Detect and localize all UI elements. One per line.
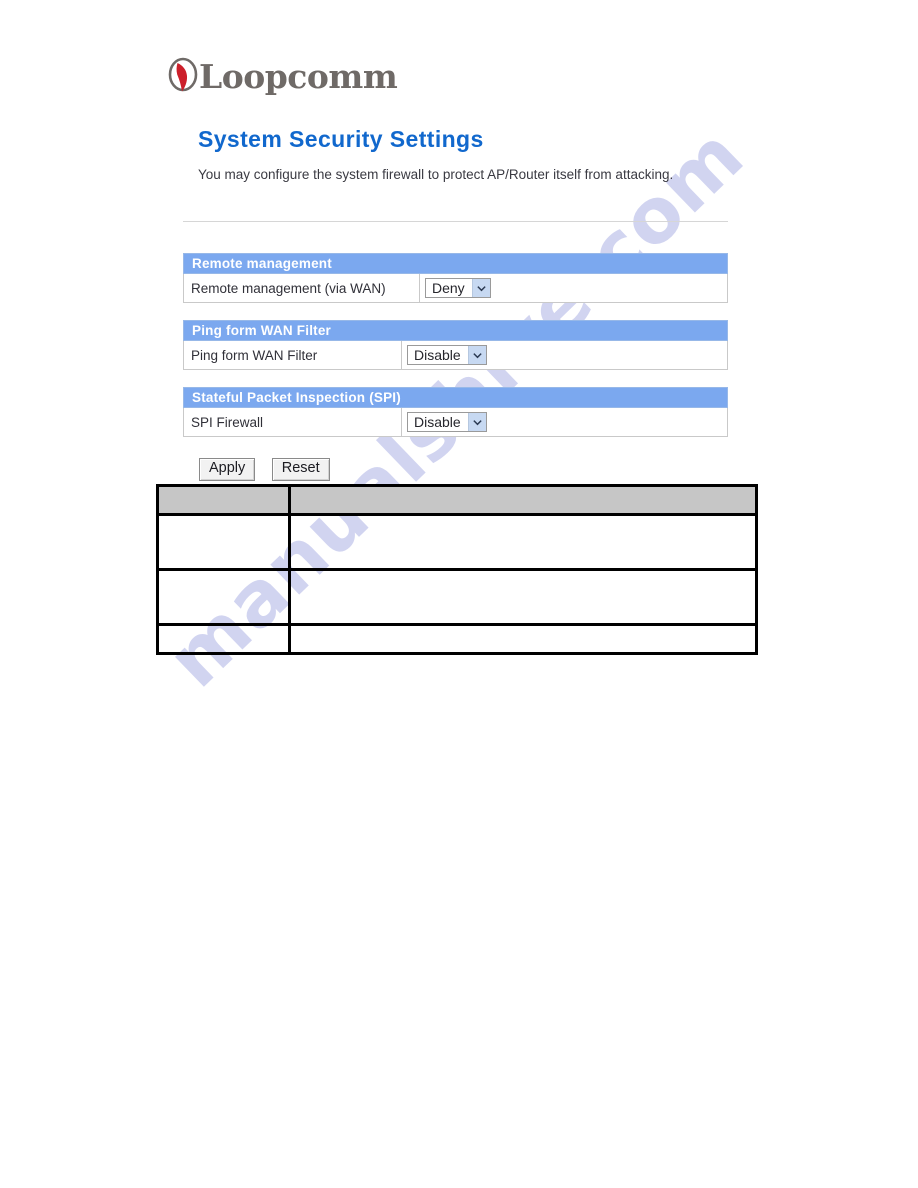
note-table-cell: [288, 568, 758, 626]
remote-management-section: Remote management Remote management (via…: [183, 253, 728, 303]
spi-section: Stateful Packet Inspection (SPI) SPI Fir…: [183, 387, 728, 437]
section-header-remote-management: Remote management: [183, 253, 728, 274]
page-title: System Security Settings: [198, 126, 484, 152]
remote-management-select[interactable]: Deny: [425, 278, 491, 298]
note-table-cell: [288, 623, 758, 655]
note-table-cell: [156, 568, 291, 626]
spi-firewall-select[interactable]: Disable: [407, 412, 487, 432]
form-actions: Apply Reset: [199, 458, 342, 481]
section-header-ping-wan-filter: Ping form WAN Filter: [183, 320, 728, 341]
table-row: [156, 513, 758, 571]
label-spi-firewall: SPI Firewall: [183, 407, 402, 437]
note-table-cell: [156, 623, 291, 655]
setting-row: Ping form WAN Filter Disable: [183, 340, 728, 370]
page-description: You may configure the system firewall to…: [198, 167, 674, 182]
ping-wan-filter-section: Ping form WAN Filter Ping form WAN Filte…: [183, 320, 728, 370]
header-divider: [183, 221, 728, 222]
section-header-row: Remote management: [183, 253, 728, 274]
note-table-header-row: [156, 484, 758, 516]
page-content: Loopcomm System Security Settings You ma…: [0, 0, 918, 1188]
section-header-spi: Stateful Packet Inspection (SPI): [183, 387, 728, 408]
note-table-header-cell: [288, 484, 758, 516]
loopcomm-swoosh-icon: [166, 57, 200, 95]
setting-row: Remote management (via WAN) Deny: [183, 273, 728, 303]
note-table-header-cell: [156, 484, 291, 516]
spi-firewall-select-value: Disable: [414, 414, 461, 430]
section-header-row: Stateful Packet Inspection (SPI): [183, 387, 728, 408]
setting-row: SPI Firewall Disable: [183, 407, 728, 437]
label-ping-wan-filter: Ping form WAN Filter: [183, 340, 402, 370]
value-cell-ping-wan-filter: Disable: [401, 340, 728, 370]
table-row: [156, 568, 758, 626]
chevron-down-icon[interactable]: [467, 346, 486, 364]
remote-management-select-value: Deny: [432, 280, 465, 296]
label-remote-management-wan: Remote management (via WAN): [183, 273, 420, 303]
note-table: [156, 484, 758, 655]
note-table-cell: [288, 513, 758, 571]
chevron-down-icon[interactable]: [471, 279, 490, 297]
value-cell-remote-management: Deny: [419, 273, 728, 303]
reset-button[interactable]: Reset: [271, 458, 330, 481]
brand-logo: Loopcomm: [166, 55, 398, 97]
ping-wan-filter-select-value: Disable: [414, 347, 461, 363]
section-header-row: Ping form WAN Filter: [183, 320, 728, 341]
chevron-down-icon[interactable]: [467, 413, 486, 431]
ping-wan-filter-select[interactable]: Disable: [407, 345, 487, 365]
apply-button[interactable]: Apply: [199, 458, 256, 481]
brand-wordmark: Loopcomm: [199, 56, 398, 96]
table-row: [156, 623, 758, 655]
value-cell-spi-firewall: Disable: [401, 407, 728, 437]
note-table-cell: [156, 513, 291, 571]
